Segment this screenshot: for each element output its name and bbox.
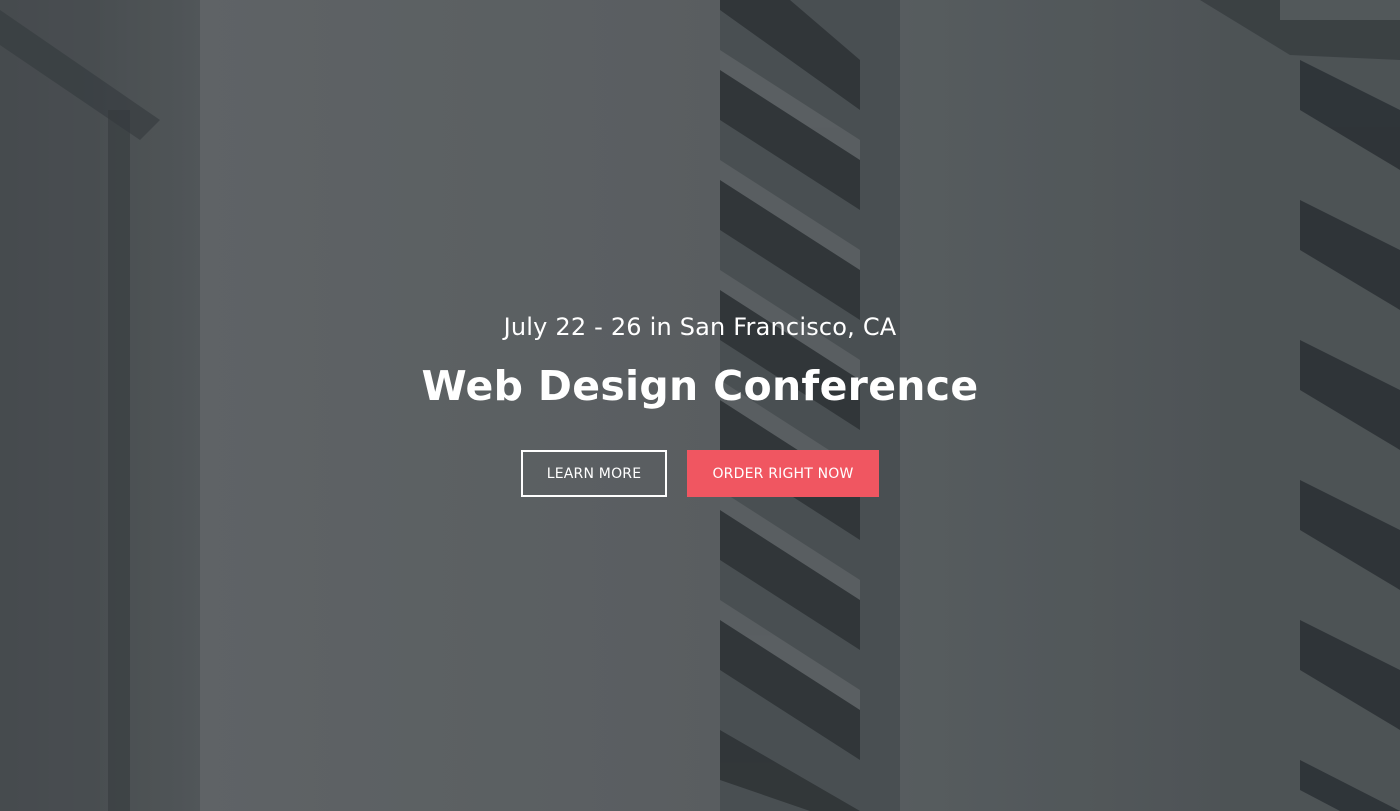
event-date-location: July 22 - 26 in San Francisco, CA bbox=[503, 313, 897, 341]
hero-content: July 22 - 26 in San Francisco, CA Web De… bbox=[0, 0, 1400, 811]
learn-more-button[interactable]: LEARN MORE bbox=[521, 450, 667, 497]
order-right-now-button[interactable]: ORDER RIGHT NOW bbox=[687, 450, 879, 497]
hero-section: July 22 - 26 in San Francisco, CA Web De… bbox=[0, 0, 1400, 811]
page-title: Web Design Conference bbox=[421, 362, 979, 410]
